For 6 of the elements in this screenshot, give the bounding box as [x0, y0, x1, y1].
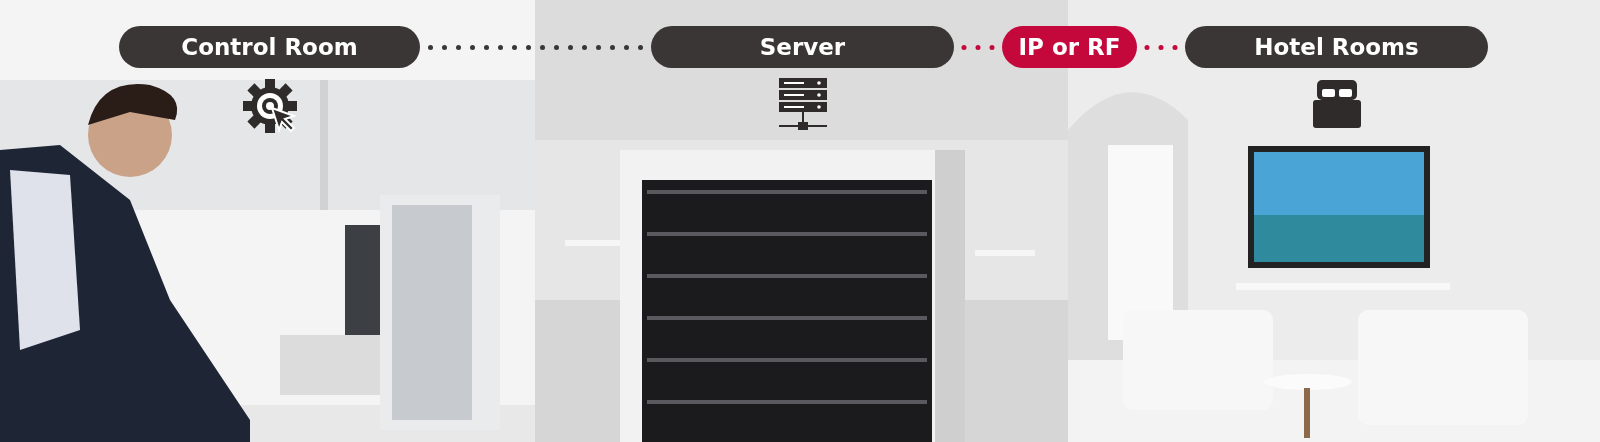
- stage-label: Control Room: [119, 26, 420, 68]
- stage-label: Server: [651, 26, 954, 68]
- bed-icon: [1310, 78, 1363, 130]
- gear-cursor-icon: [241, 78, 298, 134]
- stage-label: Hotel Rooms: [1185, 26, 1488, 68]
- connection-label: IP or RF: [1002, 26, 1137, 68]
